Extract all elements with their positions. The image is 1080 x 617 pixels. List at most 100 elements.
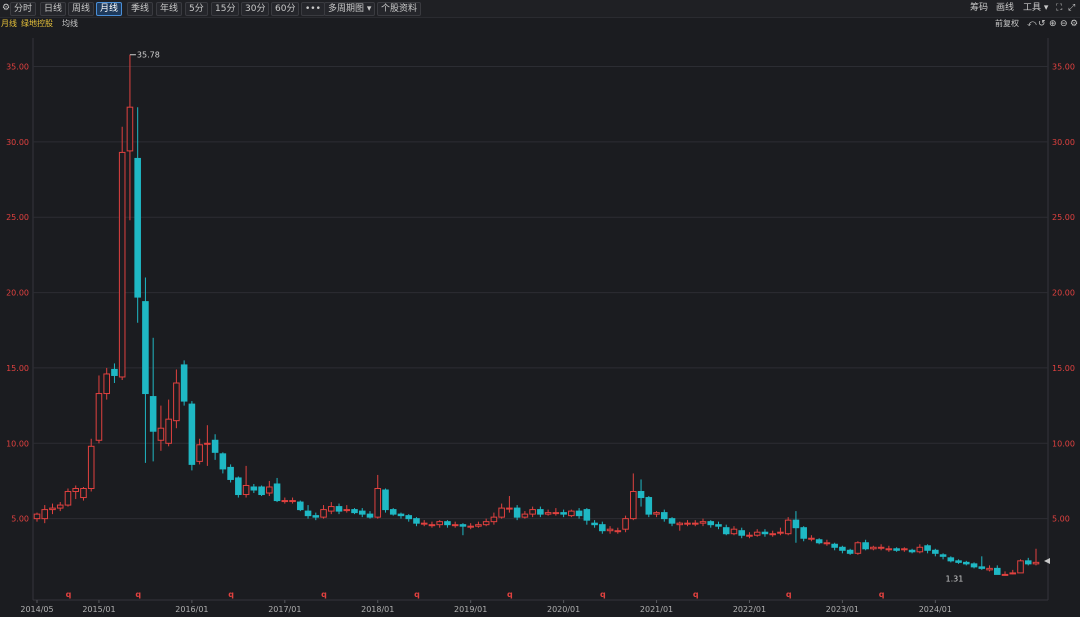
candle-body xyxy=(490,516,498,523)
tab-timeshare[interactable]: 分时 xyxy=(10,2,37,16)
dividend-marker[interactable]: q xyxy=(321,590,327,599)
zoom-in-icon[interactable]: ⊕ xyxy=(1049,18,1057,30)
tab-5min[interactable]: 5分 xyxy=(185,2,208,16)
expand-icon[interactable]: ⤢ xyxy=(1068,2,1075,14)
candle-body xyxy=(374,488,382,518)
x-tick-label: 2021/01 xyxy=(640,605,673,614)
dividend-marker[interactable]: q xyxy=(135,590,141,599)
stock-name: 绿地控股 xyxy=(21,19,53,28)
dividend-marker[interactable]: q xyxy=(786,590,792,599)
settings-icon[interactable]: ⚙ xyxy=(2,2,10,14)
tools-dropdown[interactable]: 工具 ▾ xyxy=(1023,2,1048,14)
x-tick-label: 2014/05 xyxy=(20,605,53,614)
dividend-marker[interactable]: q xyxy=(693,590,699,599)
candle-body xyxy=(513,507,521,518)
candle-body xyxy=(41,509,49,520)
candle-body xyxy=(304,510,312,517)
candle-body xyxy=(1009,572,1017,575)
tab-60min[interactable]: 60分 xyxy=(271,2,300,16)
tab-30min[interactable]: 30分 xyxy=(241,2,270,16)
candle-body xyxy=(327,506,335,512)
candle-body xyxy=(614,530,622,533)
candle-body xyxy=(235,477,242,496)
x-tick-label: 2015/01 xyxy=(82,605,115,614)
y-tick-label-left: 30.00 xyxy=(6,138,29,147)
dividend-marker[interactable]: q xyxy=(414,590,420,599)
candle-body xyxy=(64,491,72,506)
x-tick-label: 2022/01 xyxy=(733,605,766,614)
candle-body xyxy=(506,507,513,510)
candle-body xyxy=(444,521,451,526)
dividend-marker[interactable]: q xyxy=(228,590,234,599)
candle-body xyxy=(281,500,289,503)
candle-body xyxy=(227,466,234,480)
dividend-marker[interactable]: q xyxy=(600,590,606,599)
x-tick-label: 2024/01 xyxy=(919,605,952,614)
candle-body xyxy=(722,527,730,535)
multi-period-dropdown[interactable]: 多周期图 ▾ xyxy=(324,2,376,16)
dividend-marker[interactable]: q xyxy=(66,590,72,599)
candle-body xyxy=(211,439,219,453)
dividend-marker[interactable]: q xyxy=(507,590,513,599)
settings-small-icon[interactable]: ⚙ xyxy=(1070,18,1078,30)
tab-15min[interactable]: 15分 xyxy=(211,2,240,16)
candle-body xyxy=(289,500,296,503)
candle-body xyxy=(823,542,831,545)
candle-body xyxy=(955,560,962,563)
restore-icon[interactable]: ⤺ xyxy=(1027,18,1037,30)
candle-body xyxy=(33,513,41,520)
candle-body xyxy=(196,444,203,462)
zoom-out-icon[interactable]: ⊖ xyxy=(1060,18,1068,30)
candle-body xyxy=(1032,561,1040,565)
max-price-label: 35.78 xyxy=(137,51,160,60)
x-tick-label: 2017/01 xyxy=(268,605,301,614)
candle-body xyxy=(87,445,95,489)
more-periods-button[interactable]: ••• xyxy=(301,2,325,16)
candle-body xyxy=(815,539,823,544)
candle-body xyxy=(575,510,583,517)
stock-info-button[interactable]: 个股资料 xyxy=(377,2,422,16)
candle-body xyxy=(978,566,986,569)
undo-icon[interactable]: ↺ xyxy=(1038,18,1046,30)
candle-body xyxy=(1001,573,1009,576)
period-toolbar: ⚙ 分时 日线 周线 月线 季线 年线 5分 15分 30分 60分 ••• 多… xyxy=(0,0,1080,18)
y-tick-label-left: 5.00 xyxy=(11,515,29,524)
current-price-arrow xyxy=(1044,558,1050,564)
draw-line-button[interactable]: 画线 xyxy=(996,2,1014,14)
candle-body xyxy=(273,483,281,502)
fullscreen-icon[interactable]: ⛶ xyxy=(1056,2,1062,14)
adjust-mode[interactable]: 前复权 xyxy=(995,18,1019,30)
candle-body xyxy=(924,545,931,551)
candle-body xyxy=(250,486,258,491)
candle-body xyxy=(436,521,443,526)
candle-body xyxy=(80,488,87,499)
candle-body xyxy=(405,515,413,520)
candle-body xyxy=(134,157,141,298)
candle-body xyxy=(459,524,467,527)
kline-chart[interactable]: 5.00 5.00 10.00 10.00 15.00 15.00 20.00 20.00 25… xyxy=(0,30,1080,617)
tab-yearly[interactable]: 年线 xyxy=(156,2,183,16)
candle-body xyxy=(428,524,436,527)
candle-body xyxy=(877,546,885,549)
candle-body xyxy=(707,521,715,526)
candle-body xyxy=(606,528,614,532)
candle-body xyxy=(1017,560,1024,574)
dividend-marker[interactable]: q xyxy=(879,590,885,599)
candle-body xyxy=(777,531,784,534)
tab-weekly[interactable]: 周线 xyxy=(68,2,95,16)
candle-body xyxy=(544,512,552,515)
tab-quarterly[interactable]: 季线 xyxy=(127,2,154,16)
candle-body xyxy=(560,512,567,515)
y-tick-label-left: 25.00 xyxy=(6,213,29,222)
candle-body xyxy=(56,504,64,509)
candle-body xyxy=(691,522,699,525)
candle-body xyxy=(831,543,838,548)
candle-body xyxy=(769,533,776,536)
tab-daily[interactable]: 日线 xyxy=(40,2,67,16)
candle-body xyxy=(885,548,893,551)
indicator-label[interactable]: 均线 xyxy=(62,18,78,30)
tab-monthly[interactable]: 月线 xyxy=(96,2,123,16)
chips-button[interactable]: 筹码 xyxy=(970,2,988,14)
candle-body xyxy=(932,549,939,554)
candle-body xyxy=(684,522,691,525)
